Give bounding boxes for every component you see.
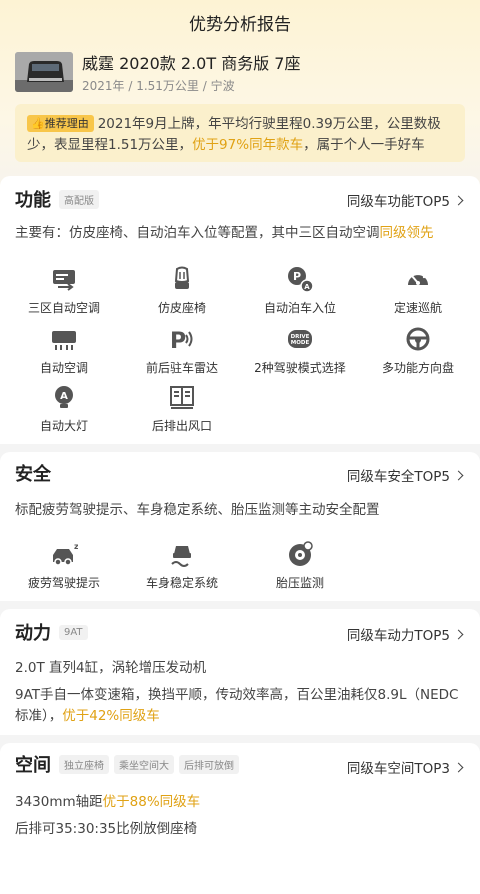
space-tag: 后排可放倒: [179, 754, 239, 774]
power-title: 动力: [15, 623, 51, 644]
car-thumbnail[interactable]: [15, 52, 73, 92]
power-engine: 2.0T 直列4缸，涡轮增压发动机: [15, 660, 207, 676]
power-top5-link[interactable]: 同级车动力TOP5: [347, 624, 464, 644]
tire-pressure-icon: [289, 541, 313, 566]
space-rear-seat: 后排可35:30:35比例放倒座椅: [15, 821, 198, 837]
feature-seat: 仿皮座椅: [122, 265, 242, 316]
parking-radar-icon: P: [170, 329, 193, 353]
power-tag: 9AT: [59, 624, 88, 640]
svg-text:z: z: [74, 542, 78, 551]
power-card: 动力 9AT 同级车动力TOP5 2.0T 直列4缸，涡轮增压发动机 9AT手自…: [0, 609, 480, 735]
svg-text:P: P: [170, 329, 186, 353]
feature-parking-radar: P 前后驻车雷达: [122, 325, 242, 376]
space-title: 空间: [15, 755, 51, 776]
page-title: 优势分析报告: [189, 15, 291, 35]
reason-highlight: 优于97%同年款车: [192, 137, 304, 153]
function-card: 功能 高配版 同级车功能TOP5 主要有：仿皮座椅、自动泊车入位等配置，其中三区…: [0, 176, 480, 444]
auto-parking-icon: P A: [288, 267, 314, 293]
car-meta: 2021年 / 1.51万公里 / 宁波: [82, 79, 235, 93]
section-divider: [0, 444, 480, 452]
recommendation-box: 👍推荐理由 2021年9月上牌，年平均行驶里程0.39万公里，公里数极少，表显里程…: [15, 104, 465, 162]
svg-text:A: A: [304, 283, 310, 291]
space-tag: 乘坐空间大: [114, 754, 174, 774]
steering-wheel-icon: [406, 327, 430, 351]
chevron-right-icon: [453, 629, 464, 639]
auto-headlight-icon: A: [55, 386, 73, 408]
power-efficiency: 标准），优于42%同级车: [15, 708, 160, 724]
chevron-right-icon: [453, 762, 464, 772]
section-divider: [0, 735, 480, 743]
car-name: 威霆 2020款 2.0T 商务版 7座: [82, 54, 301, 73]
feature-steering-wheel: 多功能方向盘: [358, 325, 478, 376]
feature-drive-mode: DRIVE MODE 2种驾驶模式选择: [240, 325, 360, 376]
stability-control-icon: [171, 546, 191, 567]
fatigue-alert-icon: z: [53, 542, 78, 566]
thumbs-up-icon: 👍: [31, 117, 45, 130]
rear-vent-icon: [170, 386, 194, 409]
feature-rear-vent: 后排出风口: [122, 383, 242, 434]
safety-top5-link[interactable]: 同级车安全TOP5: [347, 465, 464, 485]
cruise-control-icon: [408, 272, 428, 285]
feature-tire-pressure: 胎压监测: [240, 540, 360, 591]
safety-description: 标配疲劳驾驶提示、车身稳定系统、胎压监测等主动安全配置: [15, 502, 380, 518]
svg-text:P: P: [293, 270, 301, 283]
drive-mode-icon: DRIVE MODE: [288, 330, 312, 348]
function-title: 功能: [15, 190, 51, 211]
feature-fatigue-alert: z 疲劳驾驶提示: [27, 542, 100, 590]
space-card: 空间 独立座椅 乘坐空间大 后排可放倒 同级车空间TOP3 3430mm轴距优于…: [0, 743, 480, 894]
safety-title: 安全: [15, 464, 51, 485]
feature-climate-control: 三区自动空调: [4, 265, 124, 316]
safety-card: 安全 同级车安全TOP5 标配疲劳驾驶提示、车身稳定系统、胎压监测等主动安全配置…: [0, 452, 480, 601]
feature-stability-control: 车身稳定系统: [122, 540, 242, 591]
svg-text:A: A: [60, 391, 68, 402]
air-conditioning-icon: [52, 331, 76, 350]
space-wheelbase: 3430mm轴距优于88%同级车: [15, 794, 201, 810]
climate-control-icon: [53, 270, 75, 291]
seat-icon: [174, 266, 190, 289]
feature-auto-parking: P A 自动泊车入位: [240, 265, 360, 316]
space-tag: 独立座椅: [59, 754, 109, 774]
section-divider: [0, 601, 480, 609]
reason-text-end: ，属于个人一手好车: [303, 137, 425, 153]
svg-text:MODE: MODE: [291, 340, 310, 346]
chevron-right-icon: [453, 195, 464, 205]
recommendation-badge: 👍推荐理由: [27, 115, 94, 132]
space-top3-link[interactable]: 同级车空间TOP3: [347, 757, 464, 777]
feature-auto-headlight: A 自动大灯: [4, 383, 124, 434]
function-description: 主要有：仿皮座椅、自动泊车入位等配置，其中三区自动空调同级领先: [15, 225, 434, 241]
power-transmission: 9AT手自一体变速箱，换挡平顺，传动效率高，百公里油耗仅8.9L（NEDC: [15, 687, 459, 703]
feature-cruise-control: 定速巡航: [358, 265, 478, 316]
function-top5-link[interactable]: 同级车功能TOP5: [347, 190, 464, 210]
feature-air-conditioning: 自动空调: [4, 325, 124, 376]
function-tag: 高配版: [59, 189, 99, 209]
chevron-right-icon: [453, 470, 464, 480]
